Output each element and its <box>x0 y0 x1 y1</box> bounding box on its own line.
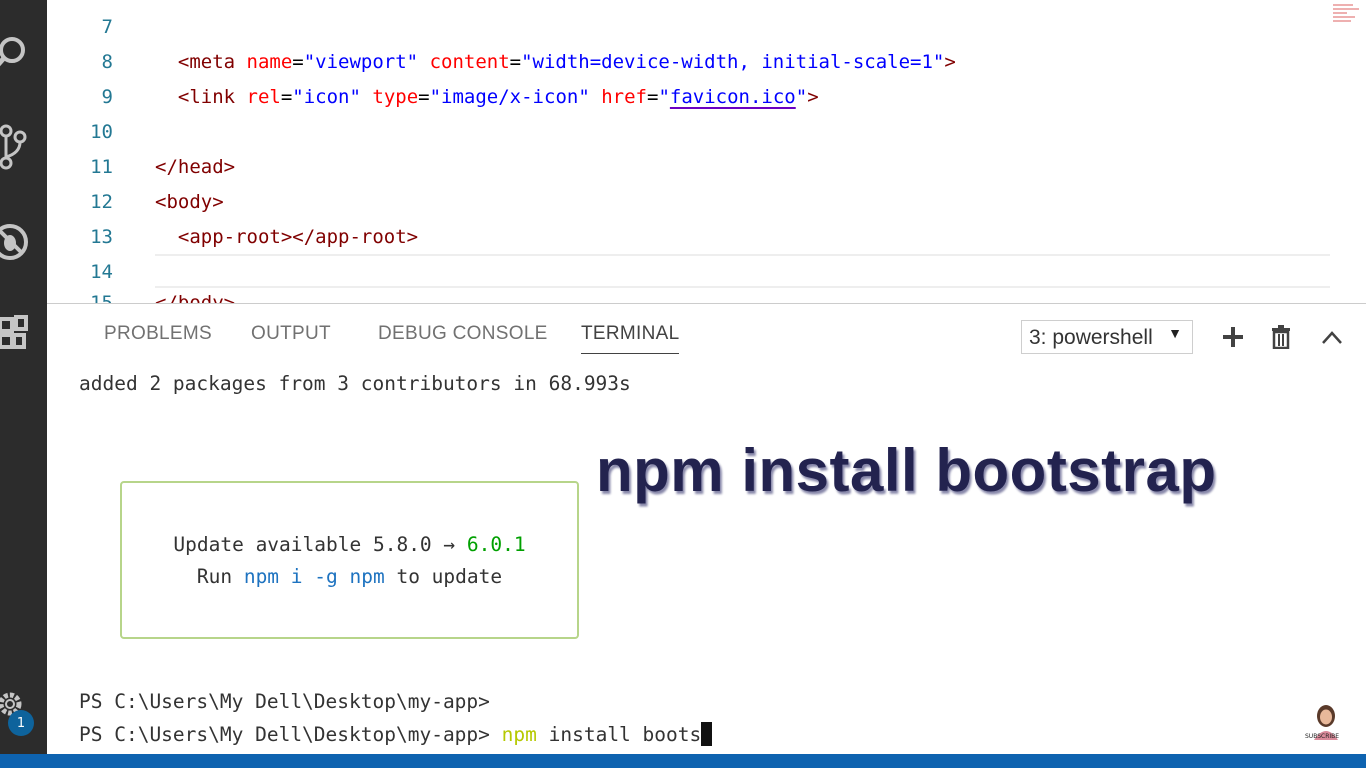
update-run-line: Run npm i -g npm to update <box>122 565 577 588</box>
tab-problems[interactable]: PROBLEMS <box>104 323 212 345</box>
update-command: npm i -g npm <box>243 565 385 588</box>
code-token: name <box>246 51 293 73</box>
line-number: 15 <box>90 292 113 303</box>
typed-arguments: install boots <box>536 723 702 746</box>
code-token: " <box>658 86 670 108</box>
code-token: favicon.ico <box>669 86 796 108</box>
search-icon[interactable] <box>0 28 47 76</box>
line-number: 9 <box>101 86 113 108</box>
line-code: <meta name="viewport" content="width=dev… <box>155 51 956 73</box>
code-token: = <box>418 86 430 108</box>
update-suffix-text: to update <box>384 565 503 588</box>
code-token: <body> <box>155 191 224 213</box>
line-number: 12 <box>90 191 113 213</box>
editor-scrollbar[interactable] <box>1337 0 1366 303</box>
editor-line[interactable]: 10 <box>47 115 1337 149</box>
editor-line[interactable]: 11 </head> <box>47 150 1337 184</box>
plus-icon <box>1223 327 1243 347</box>
overlay-title: npm install bootstrap <box>596 437 1217 504</box>
editor-line[interactable]: 9 <link rel="icon" type="image/x-icon" h… <box>47 80 1337 114</box>
update-notice-box: Update available 5.8.0 → 6.0.1 Run npm i… <box>120 481 579 639</box>
notification-badge: 1 <box>8 710 34 736</box>
terminal-line-added: added 2 packages from 3 contributors in … <box>79 372 631 395</box>
code-token: "viewport" <box>303 51 419 73</box>
minimap[interactable] <box>1333 2 1361 32</box>
bottom-panel: PROBLEMS OUTPUT DEBUG CONSOLE TERMINAL 3… <box>47 303 1366 754</box>
editor-line[interactable]: 13 <app-root></app-root> <box>47 220 1337 254</box>
tab-output[interactable]: OUTPUT <box>251 323 331 345</box>
panel-tabs: PROBLEMS OUTPUT DEBUG CONSOLE TERMINAL <box>47 304 947 362</box>
code-token: > <box>807 86 819 108</box>
maximize-panel-button[interactable] <box>1317 322 1347 352</box>
terminal-prompt-2[interactable]: PS C:\Users\My Dell\Desktop\my-app> npm … <box>79 722 713 746</box>
editor-line[interactable]: 7 <box>47 10 1337 44</box>
tab-debug-console[interactable]: DEBUG CONSOLE <box>378 323 548 345</box>
code-token: > <box>944 51 956 73</box>
debug-icon[interactable] <box>0 218 47 266</box>
line-number: 13 <box>90 226 113 248</box>
activity-bar: 1 <box>0 0 47 754</box>
line-code: </body> <box>155 292 236 303</box>
line-code: </head> <box>155 156 235 178</box>
terminal-cursor <box>701 722 713 746</box>
terminal-select[interactable]: 3: powershell ▼ <box>1021 320 1193 354</box>
code-token: "image/x-icon" <box>429 86 590 108</box>
editor-line-partial: 15 </body> <box>47 286 1337 303</box>
code-token: rel <box>246 86 281 108</box>
code-token: content <box>429 51 510 73</box>
code-token: href <box>601 86 647 108</box>
update-available-line: Update available 5.8.0 → 6.0.1 <box>122 533 577 556</box>
line-number: 14 <box>90 261 113 283</box>
extensions-icon[interactable] <box>0 310 47 358</box>
code-token: = <box>280 86 293 108</box>
typed-command: npm <box>501 723 537 746</box>
chevron-up-icon <box>1322 331 1342 344</box>
terminal-prompt-1: PS C:\Users\My Dell\Desktop\my-app> <box>79 690 490 713</box>
kill-terminal-button[interactable] <box>1266 322 1296 352</box>
line-code: <link rel="icon" type="image/x-icon" hre… <box>155 86 819 108</box>
code-token: "width=device-width, initial-scale=1" <box>521 51 945 73</box>
source-control-icon[interactable] <box>0 124 47 172</box>
terminal-select-value: 3: powershell <box>1029 326 1153 349</box>
code-token: = <box>646 86 659 108</box>
code-token: "icon" <box>292 86 361 108</box>
line-number: 11 <box>90 156 113 178</box>
code-token: = <box>292 51 304 73</box>
tab-terminal[interactable]: TERMINAL <box>581 323 680 354</box>
status-bar <box>0 754 1366 768</box>
code-token: </head> <box>155 156 236 178</box>
trash-icon <box>1272 325 1290 349</box>
editor-line[interactable]: 14 <box>47 255 1337 289</box>
line-code: <body> <box>155 191 224 213</box>
code-token: <link <box>155 86 247 108</box>
terminal-output[interactable]: added 2 packages from 3 contributors in … <box>47 362 1366 755</box>
code-token: = <box>509 51 522 73</box>
chevron-down-icon: ▼ <box>1168 325 1182 341</box>
line-number: 8 <box>101 51 113 73</box>
line-number: 7 <box>101 16 113 38</box>
code-token: " <box>795 86 808 108</box>
editor-line[interactable]: 8 <meta name="viewport" content="width=d… <box>47 45 1337 79</box>
code-token: type <box>372 86 419 108</box>
code-token: <meta <box>155 51 247 73</box>
update-new-version: 6.0.1 <box>466 533 526 556</box>
subscribe-label: SUBSCRIBE <box>1305 733 1340 740</box>
editor-line[interactable]: 12 <body> <box>47 185 1337 219</box>
code-token: <app-root></app-root> <box>155 226 419 248</box>
line-number: 10 <box>90 121 113 143</box>
code-editor[interactable]: 78 <meta name="viewport" content="width=… <box>47 0 1337 303</box>
prompt-text: PS C:\Users\My Dell\Desktop\my-app> <box>79 723 502 746</box>
update-available-text: Update available 5.8.0 → <box>173 533 467 556</box>
new-terminal-button[interactable] <box>1218 322 1248 352</box>
line-code: <app-root></app-root> <box>155 226 418 248</box>
update-run-text: Run <box>196 565 244 588</box>
